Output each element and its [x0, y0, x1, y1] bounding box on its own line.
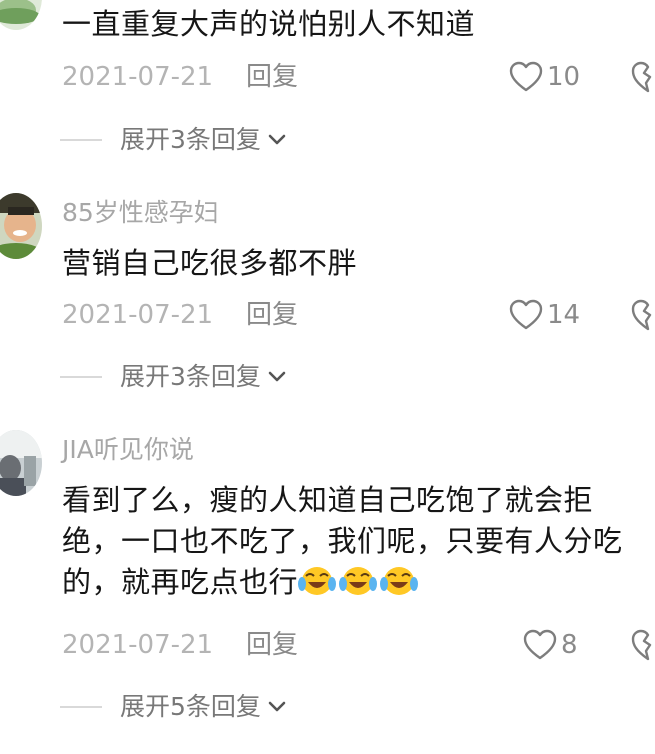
- comment-date: 2021-07-21: [62, 300, 214, 330]
- heart-icon: [509, 61, 543, 92]
- emoji-group: [298, 565, 421, 599]
- expand-replies-label: 展开5条回复: [120, 692, 261, 721]
- like-count: 8: [561, 630, 578, 660]
- dislike-icon[interactable]: [630, 297, 655, 333]
- dislike-icon[interactable]: [630, 59, 655, 95]
- expand-replies-button[interactable]: 展开5条回复: [120, 690, 289, 724]
- comment-text: 营销自己吃很多都不胖: [62, 246, 358, 280]
- reply-button[interactable]: 回复: [246, 59, 298, 95]
- dislike-icon[interactable]: [630, 627, 655, 663]
- expand-replies: 展开3条回复: [0, 360, 655, 394]
- like-button[interactable]: 8: [523, 627, 578, 663]
- reply-button[interactable]: 回复: [246, 297, 298, 333]
- expand-replies-label: 展开3条回复: [120, 125, 261, 154]
- comment-meta: 2021-07-21 回复 10: [0, 59, 655, 95]
- avatar[interactable]: [0, 430, 42, 496]
- comment-date: 2021-07-21: [62, 630, 214, 660]
- heart-icon: [523, 629, 557, 660]
- username[interactable]: 85岁性感孕妇: [62, 198, 219, 228]
- avatar[interactable]: [0, 0, 42, 30]
- like-button[interactable]: 14: [509, 297, 580, 333]
- username[interactable]: JIA听见你说: [62, 435, 194, 465]
- expand-replies-button[interactable]: 展开3条回复: [120, 123, 289, 157]
- comment-meta: 2021-07-21 回复 14: [0, 297, 655, 333]
- expand-replies-button[interactable]: 展开3条回复: [120, 360, 289, 394]
- chevron-down-icon: [268, 371, 286, 382]
- comment-text: 一直重复大声的说怕别人不知道: [62, 7, 476, 41]
- crying-laughing-emoji: [298, 567, 337, 595]
- expand-replies: 展开3条回复: [0, 123, 655, 157]
- avatar[interactable]: [0, 193, 42, 259]
- like-count: 10: [547, 62, 581, 92]
- crying-laughing-emoji: [339, 567, 378, 595]
- expand-replies-label: 展开3条回复: [120, 362, 261, 391]
- reply-button[interactable]: 回复: [246, 627, 298, 663]
- comment-text: 看到了么，瘦的人知道自己吃饱了就会拒绝，一口也不吃了，我们呢，只要有人分吃的，就…: [62, 483, 623, 599]
- heart-icon: [509, 299, 543, 330]
- comment-date: 2021-07-21: [62, 62, 214, 92]
- like-button[interactable]: 10: [509, 59, 580, 95]
- expand-divider: [60, 139, 102, 141]
- expand-divider: [60, 706, 102, 708]
- chevron-down-icon: [268, 701, 286, 712]
- expand-replies: 展开5条回复: [0, 690, 655, 724]
- crying-laughing-emoji: [380, 567, 419, 595]
- expand-divider: [60, 376, 102, 378]
- chevron-down-icon: [268, 134, 286, 145]
- like-count: 14: [547, 300, 581, 330]
- comment-meta: 2021-07-21 回复 8: [0, 627, 655, 663]
